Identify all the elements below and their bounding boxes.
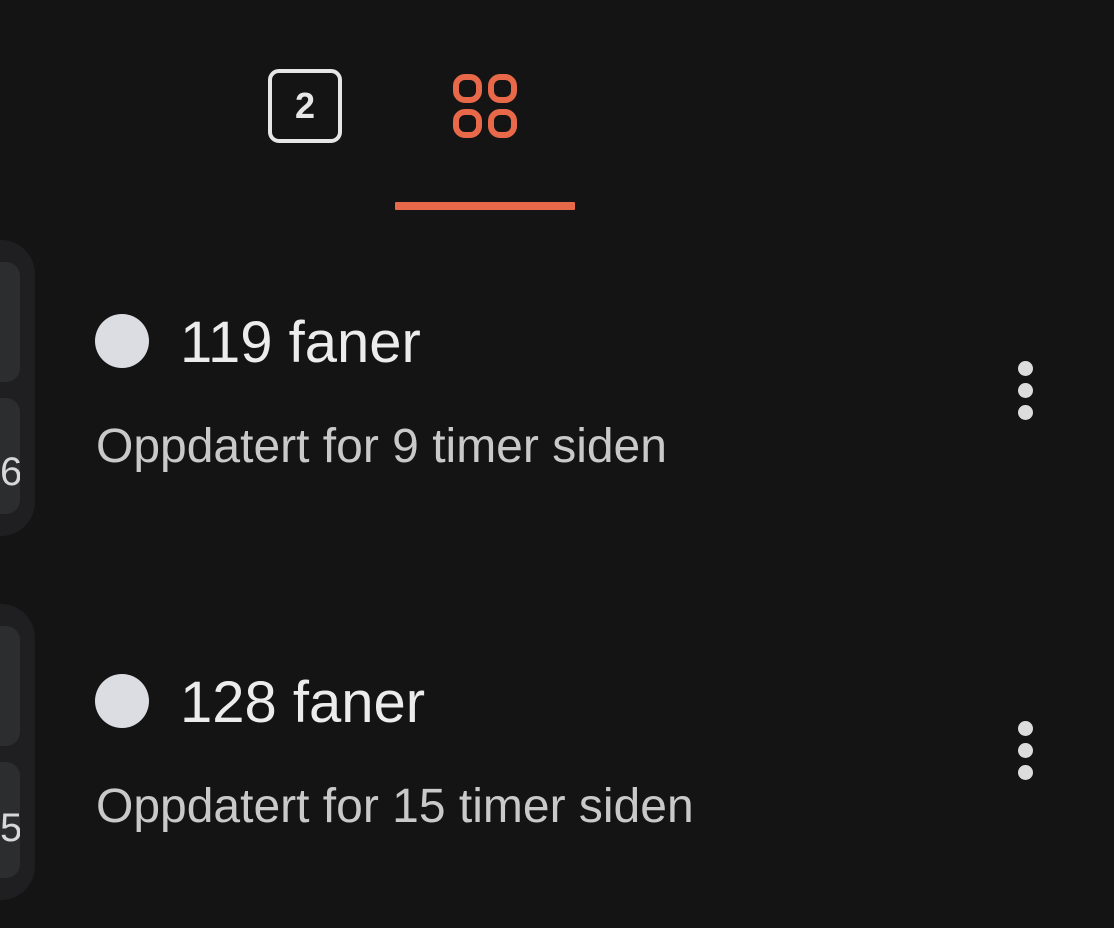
group-thumbnail-stack[interactable]: 6 xyxy=(0,240,35,536)
group-color-dot xyxy=(95,674,149,728)
tab-counter-icon: 2 xyxy=(268,69,342,143)
more-options-icon[interactable] xyxy=(995,705,1055,795)
grid-icon xyxy=(453,74,517,138)
tab-tab-groups[interactable] xyxy=(425,48,545,164)
tab-group-item[interactable]: 119 faner Oppdatert for 9 timer siden xyxy=(60,240,1114,540)
tab-thumbnail xyxy=(0,626,20,746)
group-thumbnail-stack[interactable]: 5 xyxy=(0,604,35,900)
more-options-icon[interactable] xyxy=(995,345,1055,435)
group-color-dot xyxy=(95,314,149,368)
tab-switcher-screen: 2 6 5 119 faner Oppdatert for 9 timer si… xyxy=(0,0,1114,928)
tab-thumbnail xyxy=(0,262,20,382)
tab-counter-label: 2 xyxy=(294,85,316,126)
group-updated-time: Oppdatert for 9 timer siden xyxy=(96,420,667,473)
group-updated-time: Oppdatert for 15 timer siden xyxy=(96,780,694,833)
thumbnail-count-glyph: 6 xyxy=(0,452,20,492)
tab-open-tabs[interactable]: 2 xyxy=(245,48,365,164)
group-title: 128 faner xyxy=(180,670,426,735)
thumbnail-count-glyph: 5 xyxy=(0,808,20,848)
tab-group-item[interactable]: 128 faner Oppdatert for 15 timer siden xyxy=(60,600,1114,900)
group-title: 119 faner xyxy=(180,310,421,375)
selected-tab-indicator xyxy=(395,202,575,210)
